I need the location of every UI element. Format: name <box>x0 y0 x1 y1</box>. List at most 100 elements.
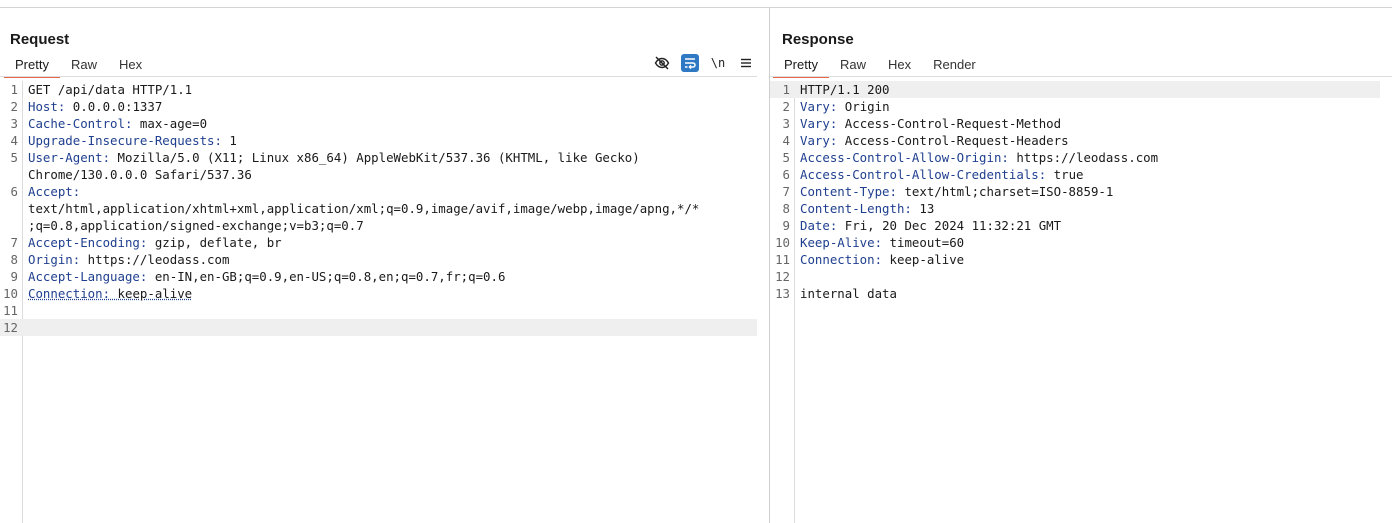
header-name: Connection: <box>28 286 111 301</box>
line-number: 1 <box>782 82 790 97</box>
header-name: Vary: <box>800 116 838 131</box>
header-value: Mozilla/5.0 (X11; Linux x86_64) AppleWeb… <box>28 150 640 182</box>
response-editor[interactable]: 1 HTTP/1.1 200 2 Vary: Origin 3 Vary: Access-… <box>770 81 1392 523</box>
line-number: 8 <box>782 201 790 216</box>
line-number: 3 <box>10 116 18 131</box>
line-content: HTTP/1.1 200 <box>800 81 1380 98</box>
request-lines: 1 GET /api/data HTTP/1.1 2 Host: 0.0.0.0:13… <box>0 81 757 336</box>
line-number: 7 <box>782 184 790 199</box>
response-line: 5 Access-Control-Allow-Origin: https://le… <box>770 149 1380 166</box>
header-value: true <box>1046 167 1084 182</box>
response-tab-pretty[interactable]: Pretty <box>773 54 829 78</box>
header-value: internal data <box>800 286 897 301</box>
top-divider <box>0 0 1392 8</box>
response-line: 4 Vary: Access-Control-Request-Headers <box>770 132 1380 149</box>
line-number: 6 <box>782 167 790 182</box>
eye-off-icon[interactable] <box>653 54 671 72</box>
request-tabs: Pretty Raw Hex <box>4 54 153 78</box>
line-content: Vary: Access-Control-Request-Headers <box>800 132 1380 149</box>
word-wrap-icon[interactable] <box>681 54 699 72</box>
line-content: GET /api/data HTTP/1.1 <box>28 81 757 98</box>
header-name: Content-Type: <box>800 184 897 199</box>
header-value: 1 <box>221 133 237 148</box>
response-tab-raw[interactable]: Raw <box>829 54 877 76</box>
request-line: 12 <box>0 319 757 336</box>
newline-toggle[interactable]: \n <box>709 54 727 72</box>
header-name: Upgrade-Insecure-Requests: <box>28 133 222 148</box>
line-content: Connection: keep-alive <box>28 285 757 302</box>
header-value: timeout=60 <box>882 235 965 250</box>
request-title: Request <box>10 31 70 48</box>
line-content: Host: 0.0.0.0:1337 <box>28 98 757 115</box>
request-tab-raw[interactable]: Raw <box>60 54 108 76</box>
line-content: Date: Fri, 20 Dec 2024 11:32:21 GMT <box>800 217 1380 234</box>
header-name: Accept-Language: <box>28 269 148 284</box>
line-number: 12 <box>775 269 790 284</box>
header-value: https://leodass.com <box>80 252 230 267</box>
response-pane: Response Pretty Raw Hex Render 1 HTTP/1.1… <box>770 8 1392 523</box>
line-number: 3 <box>782 116 790 131</box>
header-name: Cache-Control: <box>28 116 133 131</box>
header-name: Content-Length: <box>800 201 912 216</box>
request-line: 8 Origin: https://leodass.com <box>0 251 757 268</box>
header-value: max-age=0 <box>132 116 208 131</box>
header-name: Accept-Encoding: <box>28 235 148 250</box>
header-value: Origin <box>837 99 890 114</box>
request-line: 3 Cache-Control: max-age=0 <box>0 115 757 132</box>
response-tabs-divider <box>770 76 1392 77</box>
line-content: Vary: Access-Control-Request-Method <box>800 115 1380 132</box>
response-line: 8 Content-Length: 13 <box>770 200 1380 217</box>
line-number: 13 <box>775 286 790 301</box>
hamburger-menu-icon[interactable] <box>737 54 755 72</box>
header-value: keep-alive <box>110 286 193 301</box>
response-line: 10 Keep-Alive: timeout=60 <box>770 234 1380 251</box>
line-number: 1 <box>10 82 18 97</box>
request-pane: Request Pretty Raw Hex \n 1 GET /api/dat… <box>0 8 770 523</box>
line-content: Vary: Origin <box>800 98 1380 115</box>
header-name: Accept: <box>28 184 81 199</box>
line-number: 11 <box>3 303 18 318</box>
header-value: HTTP/1.1 200 <box>800 82 890 97</box>
line-content: Accept: text/html,application/xhtml+xml,… <box>28 183 757 234</box>
line-number: 7 <box>10 235 18 250</box>
line-content: Content-Type: text/html;charset=ISO-8859… <box>800 183 1380 200</box>
response-tab-hex[interactable]: Hex <box>877 54 922 76</box>
header-name: Date: <box>800 218 838 233</box>
header-name: Vary: <box>800 99 838 114</box>
line-number: 10 <box>3 286 18 301</box>
response-tabs: Pretty Raw Hex Render <box>773 54 987 78</box>
line-content: Accept-Language: en-IN,en-GB;q=0.9,en-US… <box>28 268 757 285</box>
header-value: gzip, deflate, br <box>147 235 282 250</box>
header-name: Origin: <box>28 252 81 267</box>
request-line: 7 Accept-Encoding: gzip, deflate, br <box>0 234 757 251</box>
line-number: 12 <box>3 320 18 335</box>
line-number: 9 <box>782 218 790 233</box>
response-line: 6 Access-Control-Allow-Credentials: true <box>770 166 1380 183</box>
response-line: 2 Vary: Origin <box>770 98 1380 115</box>
line-number: 10 <box>775 235 790 250</box>
line-number: 5 <box>10 150 18 165</box>
line-content: Access-Control-Allow-Origin: https://leo… <box>800 149 1380 166</box>
header-value: 0.0.0.0:1337 <box>65 99 163 114</box>
header-name: User-Agent: <box>28 150 111 165</box>
line-content: Upgrade-Insecure-Requests: 1 <box>28 132 757 149</box>
line-content: internal data <box>800 285 1380 302</box>
header-value: keep-alive <box>882 252 965 267</box>
line-content: User-Agent: Mozilla/5.0 (X11; Linux x86_… <box>28 149 757 183</box>
line-number: 2 <box>10 99 18 114</box>
header-value: en-IN,en-GB;q=0.9,en-US;q=0.8,en;q=0.7,f… <box>147 269 506 284</box>
request-line: 9 Accept-Language: en-IN,en-GB;q=0.9,en-U… <box>0 268 757 285</box>
line-number: 2 <box>782 99 790 114</box>
response-line: 7 Content-Type: text/html;charset=ISO-885… <box>770 183 1380 200</box>
response-tab-render[interactable]: Render <box>922 54 987 76</box>
header-name: Host: <box>28 99 66 114</box>
line-number: 4 <box>782 133 790 148</box>
response-line: 1 HTTP/1.1 200 <box>770 81 1380 98</box>
request-tab-hex[interactable]: Hex <box>108 54 153 76</box>
line-content: Cache-Control: max-age=0 <box>28 115 757 132</box>
request-tab-pretty[interactable]: Pretty <box>4 54 60 78</box>
header-value: GET /api/data HTTP/1.1 <box>28 82 193 97</box>
line-number: 4 <box>10 133 18 148</box>
line-number: 9 <box>10 269 18 284</box>
request-editor[interactable]: 1 GET /api/data HTTP/1.1 2 Host: 0.0.0.0:13… <box>0 81 769 523</box>
